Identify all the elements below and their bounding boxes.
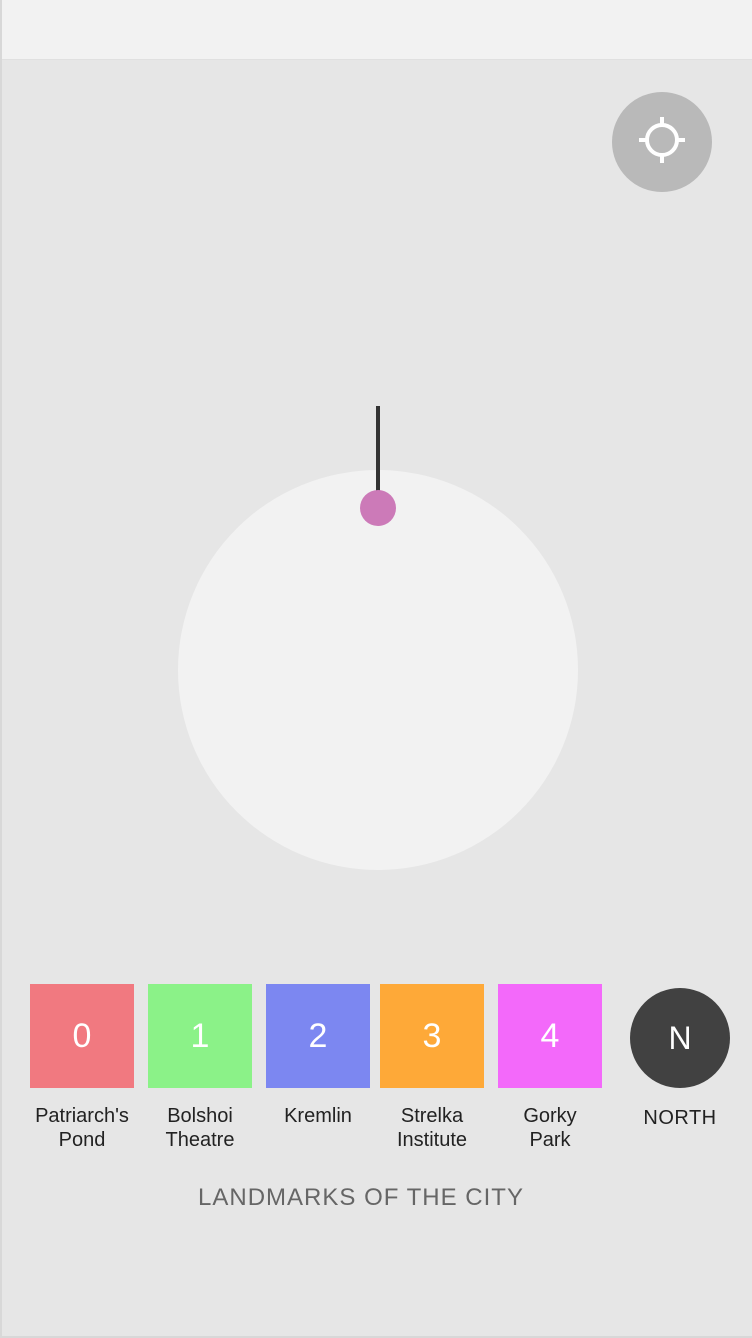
north-icon[interactable]: N: [630, 988, 730, 1088]
landmark-tile[interactable]: 1: [148, 984, 252, 1088]
landmark-item-3[interactable]: 3 Strelka Institute: [380, 984, 484, 1152]
landmark-item-0[interactable]: 0 Patriarch's Pond: [30, 984, 134, 1152]
landmark-tile[interactable]: 2: [266, 984, 370, 1088]
north-caption: NORTH: [643, 1107, 717, 1129]
heading-indicator[interactable]: [360, 490, 396, 526]
landmark-item-4[interactable]: 4 Gorky Park: [498, 984, 602, 1152]
north-button[interactable]: N NORTH: [630, 988, 730, 1130]
landmark-tile[interactable]: 3: [380, 984, 484, 1088]
landmark-label: Gorky Park: [523, 1105, 577, 1151]
section-title: LANDMARKS OF THE CITY: [198, 1184, 524, 1211]
landmark-tile[interactable]: 4: [498, 984, 602, 1088]
compass-dial: [178, 470, 578, 870]
landmark-label: Strelka Institute: [396, 1105, 468, 1151]
landmark-list: 0 Patriarch's Pond 1 Bolshoi Theatre 2 K…: [0, 984, 752, 1184]
landmark-label: Bolshoi Theatre: [165, 1105, 235, 1151]
landmark-label: Kremlin: [284, 1105, 352, 1127]
landmark-item-1[interactable]: 1 Bolshoi Theatre: [148, 984, 252, 1152]
landmark-label: Patriarch's Pond: [35, 1105, 129, 1151]
landmark-item-2[interactable]: 2 Kremlin: [266, 984, 370, 1128]
compass: [0, 0, 752, 960]
landmark-tile[interactable]: 0: [30, 984, 134, 1088]
